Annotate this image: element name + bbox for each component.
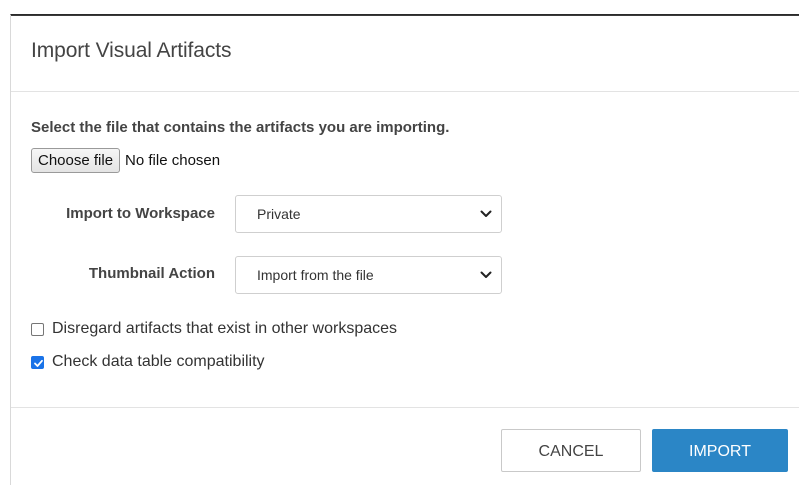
- workspace-select[interactable]: Private: [235, 195, 502, 233]
- workspace-label: Import to Workspace: [66, 205, 215, 222]
- dialog-header: Import Visual Artifacts: [11, 15, 799, 92]
- file-picker: Choose file No file chosen: [31, 147, 220, 173]
- disregard-label[interactable]: Disregard artifacts that exist in other …: [52, 320, 397, 338]
- compatibility-checkbox[interactable]: [31, 355, 44, 369]
- chevron-down-icon: [480, 271, 492, 278]
- footer-divider: [11, 407, 799, 408]
- dialog-title: Import Visual Artifacts: [31, 39, 232, 62]
- import-dialog: Import Visual Artifacts Select the file …: [10, 14, 799, 485]
- file-instructions: Select the file that contains the artifa…: [31, 119, 450, 136]
- cancel-button[interactable]: CANCEL: [501, 429, 641, 472]
- thumbnail-label: Thumbnail Action: [88, 265, 215, 282]
- thumbnail-select-value: Import from the file: [257, 267, 374, 283]
- compatibility-label[interactable]: Check data table compatibility: [52, 353, 265, 371]
- import-button[interactable]: IMPORT: [652, 429, 788, 472]
- choose-file-button[interactable]: Choose file: [31, 147, 121, 173]
- disregard-checkbox[interactable]: [31, 322, 44, 336]
- chevron-down-icon: [480, 210, 492, 217]
- thumbnail-select[interactable]: Import from the file: [235, 256, 502, 294]
- file-status: No file chosen: [125, 151, 221, 169]
- compatibility-option: Check data table compatibility: [31, 352, 265, 372]
- workspace-select-value: Private: [257, 206, 301, 222]
- checkmark-icon: [34, 359, 43, 367]
- disregard-option: Disregard artifacts that exist in other …: [31, 319, 397, 339]
